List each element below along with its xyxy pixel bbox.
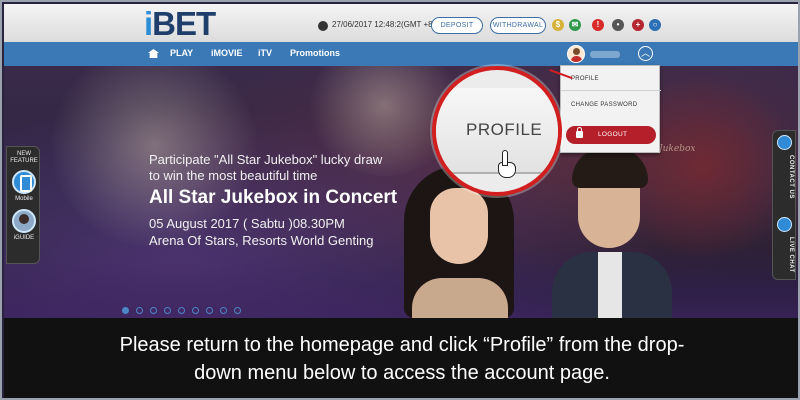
banner-title: All Star Jukebox in Concert	[149, 187, 398, 208]
message-icon[interactable]: ✉	[569, 19, 581, 31]
instruction-caption: Please return to the homepage and click …	[4, 318, 798, 398]
home-icon[interactable]	[148, 49, 159, 58]
side-feature-label: FEATURE	[10, 158, 38, 164]
main-nav: PLAY iMOVIE iTV Promotions ︿	[4, 42, 798, 66]
side-mobile-label[interactable]: Mobile	[7, 196, 41, 202]
menu-item-change-password[interactable]: CHANGE PASSWORD	[571, 102, 637, 108]
coin-icon[interactable]: $	[552, 19, 564, 31]
banner-subtitle: Participate "All Star Jukebox" lucky dra…	[149, 152, 383, 167]
carousel-dot[interactable]	[220, 307, 227, 314]
account-dropdown: PROFILE CHANGE PASSWORD LOGOUT	[560, 65, 661, 153]
globe-icon[interactable]: ○	[649, 19, 661, 31]
alert-icon[interactable]: !	[592, 19, 604, 31]
carousel-dot[interactable]	[192, 307, 199, 314]
divider	[561, 90, 661, 91]
phone-icon[interactable]	[777, 135, 792, 150]
clock-icon	[318, 21, 328, 31]
top-header: iBET 27/06/2017 12:48:2(GMT +8) DEPOSIT …	[4, 4, 798, 43]
carousel-dot[interactable]	[234, 307, 241, 314]
caption-line-2: down menu below to access the account pa…	[194, 362, 610, 384]
logout-button[interactable]: LOGOUT	[566, 126, 656, 144]
chevron-up-icon[interactable]: ︿	[638, 46, 653, 61]
carousel-dot[interactable]	[164, 307, 171, 314]
feature-side-panel: NEW FEATURE Mobile iGUIDE	[6, 146, 40, 264]
pointer-hand-icon	[496, 150, 516, 180]
language-flag-icon[interactable]: +	[632, 19, 644, 31]
nav-play[interactable]: PLAY	[170, 48, 193, 58]
server-datetime: 27/06/2017 12:48:2(GMT +8)	[332, 20, 436, 29]
user-avatar[interactable]	[567, 45, 585, 63]
singer-man-image	[544, 148, 674, 318]
promo-banner[interactable]: Jukebox Participate "All Star Jukebox" l…	[4, 66, 798, 318]
banner-subtitle-2: to win the most beautiful time	[149, 168, 318, 183]
nav-itv[interactable]: iTV	[258, 48, 272, 58]
deposit-button[interactable]: DEPOSIT	[431, 17, 483, 34]
carousel-dot[interactable]	[150, 307, 157, 314]
banner-venue: Arena Of Stars, Resorts World Genting	[149, 233, 374, 248]
concert-logo-art: Jukebox	[659, 144, 696, 154]
logout-label: LOGOUT	[598, 131, 628, 138]
lock-icon	[576, 127, 583, 138]
side-new-label: NEW	[17, 151, 31, 157]
nav-promotions[interactable]: Promotions	[290, 48, 340, 58]
chat-icon[interactable]	[777, 217, 792, 232]
menu-item-profile[interactable]: PROFILE	[571, 76, 599, 82]
iguide-icon[interactable]	[12, 209, 36, 233]
zoomed-profile-label: PROFILE	[466, 120, 543, 139]
caption-line-1: Please return to the homepage and click …	[119, 334, 685, 356]
account-icon[interactable]: •	[612, 19, 624, 31]
nav-imovie[interactable]: iMOVIE	[211, 48, 243, 58]
contact-us-tab[interactable]: CONTACT US	[776, 155, 794, 199]
support-side-panel: CONTACT US LIVE CHAT	[772, 130, 796, 280]
mobile-icon[interactable]	[12, 170, 36, 194]
username-redacted[interactable]	[590, 51, 620, 58]
carousel-dot[interactable]	[136, 307, 143, 314]
side-iguide-label[interactable]: iGUIDE	[7, 235, 41, 241]
ibet-logo[interactable]: iBET	[144, 5, 216, 43]
carousel-dot[interactable]	[178, 307, 185, 314]
live-chat-tab[interactable]: LIVE CHAT	[776, 237, 794, 273]
carousel-dot[interactable]	[122, 307, 129, 314]
banner-date: 05 August 2017 ( Sabtu )08.30PM	[149, 216, 345, 231]
carousel-dot[interactable]	[206, 307, 213, 314]
zoom-callout: PROFILE	[432, 66, 562, 196]
withdrawal-button[interactable]: WITHDRAWAL	[490, 17, 546, 34]
screenshot-frame: iBET 27/06/2017 12:48:2(GMT +8) DEPOSIT …	[0, 0, 800, 400]
